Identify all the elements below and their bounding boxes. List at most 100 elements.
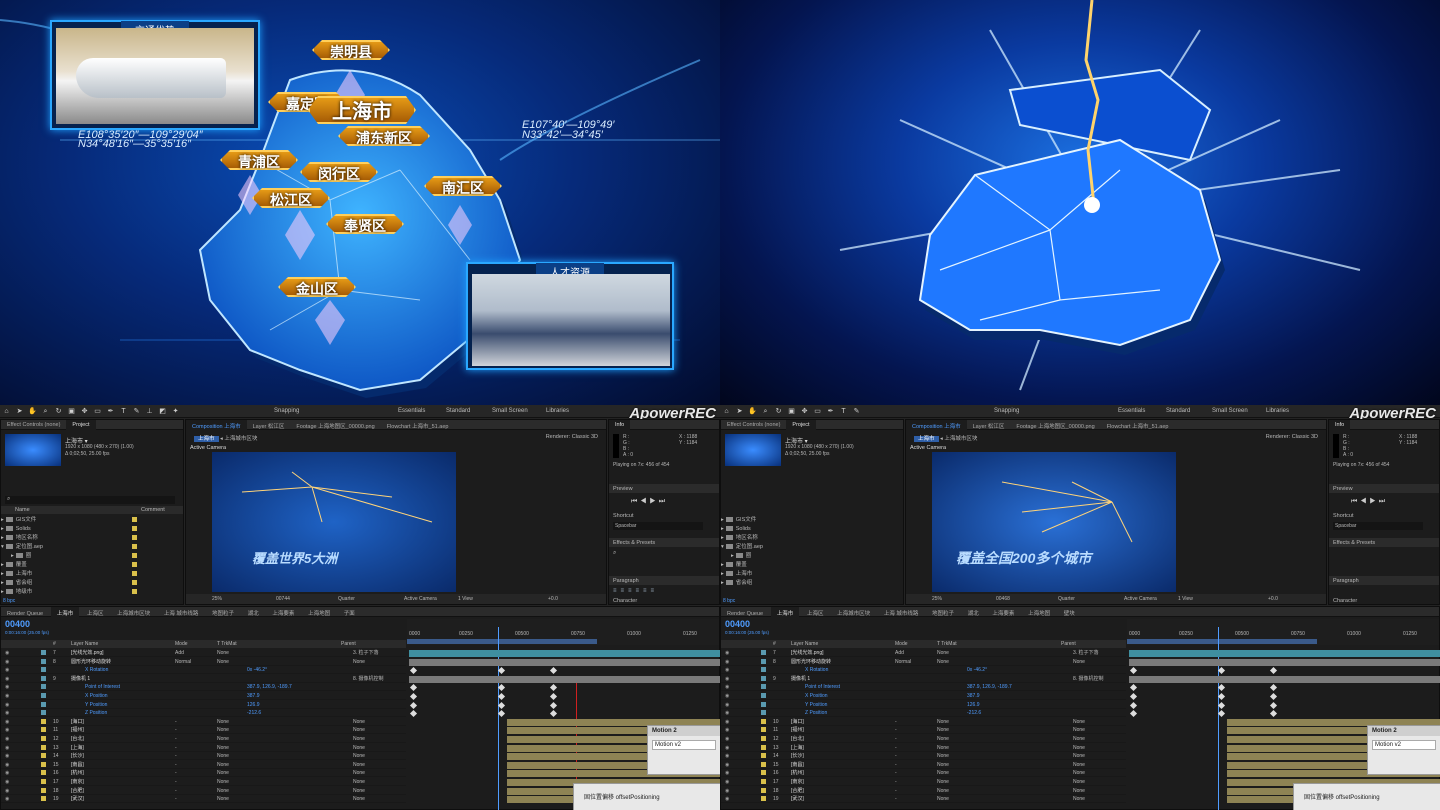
ws-essentials[interactable]: Essentials	[398, 408, 425, 414]
tab-composition[interactable]: Composition 上海市	[906, 420, 967, 432]
effects-presets-header[interactable]: Effects & Presets	[1329, 538, 1439, 547]
project-row-3[interactable]: ▾ 定位图.aep	[721, 543, 903, 551]
project-row-5[interactable]: ▸ 覆盖	[721, 561, 903, 569]
exposure[interactable]: +0.0	[548, 594, 558, 604]
bpc-label[interactable]: 8 bpc	[3, 598, 15, 604]
layer-row[interactable]: ◉ 19 [武汉] - None None	[721, 795, 1126, 804]
visibility-eye-icon[interactable]: ◉	[725, 735, 729, 742]
hand-tool-icon[interactable]: ✋	[28, 408, 37, 415]
project-row-4[interactable]: ▸ 圈	[721, 552, 903, 560]
visibility-eye-icon[interactable]: ◉	[5, 718, 9, 725]
visibility-eye-icon[interactable]: ◉	[725, 778, 729, 785]
tl-tab-7[interactable]: 上海要素	[266, 607, 300, 619]
motion-popup[interactable]: Motion 2 Motion v2	[647, 725, 720, 775]
layer-row[interactable]: ◉ Y Position 126.9	[721, 701, 1126, 709]
tl-tab-6[interactable]: 湖北	[242, 607, 265, 619]
layer-row[interactable]: ◉ X Rotation 0x -46.2°	[721, 666, 1126, 675]
views-dropdown[interactable]: 1 View	[458, 594, 473, 604]
shortcut-select[interactable]: Spacebar	[1333, 522, 1423, 530]
ws-libraries[interactable]: Libraries	[1266, 408, 1289, 414]
renderer[interactable]: Renderer: Classic 3D	[1266, 434, 1318, 440]
ws-snapping[interactable]: Snapping	[274, 408, 299, 414]
visibility-eye-icon[interactable]: ◉	[5, 692, 9, 699]
layer-bar[interactable]	[409, 702, 720, 709]
visibility-eye-icon[interactable]: ◉	[725, 683, 729, 690]
ws-libraries[interactable]: Libraries	[546, 408, 569, 414]
project-row-5[interactable]: ▸ 覆盖	[1, 561, 183, 569]
character-header[interactable]: Character	[609, 598, 637, 604]
layer-row[interactable]: ◉ 8 圆形光环移动旋转 Normal None None	[721, 658, 1126, 666]
visibility-eye-icon[interactable]: ◉	[725, 718, 729, 725]
tl-tab-10[interactable]: 壁块	[1058, 607, 1081, 619]
layer-row[interactable]: ◉ X Position 387.9	[1, 692, 406, 700]
layer-row[interactable]: ◉ Point of Interest 387.9, 126.9, -189.7	[721, 683, 1126, 692]
tab-project[interactable]: Project	[66, 420, 96, 430]
visibility-eye-icon[interactable]: ◉	[5, 769, 9, 776]
time-ruler[interactable]: 0000 00250 00500 00750 01000 01250	[407, 619, 719, 645]
layer-bar[interactable]	[409, 667, 720, 674]
rotate-tool-icon[interactable]: ↻	[774, 408, 783, 415]
preview-header[interactable]: Preview	[609, 484, 719, 493]
layer-bar[interactable]	[409, 693, 720, 700]
camera-tool-icon[interactable]: ▣	[787, 408, 796, 415]
layer-row[interactable]: ◉ 17 [南京] - None None	[1, 778, 406, 786]
views-dropdown[interactable]: 1 View	[1178, 594, 1193, 604]
layer-row[interactable]: ◉ 14 [长沙] - None None	[721, 752, 1126, 761]
project-row-1[interactable]: ▸ Solids	[1, 525, 183, 533]
puppet-tool-icon[interactable]: ✦	[171, 408, 180, 415]
layer-bar[interactable]	[409, 710, 720, 717]
select-tool-icon[interactable]: ➤	[735, 408, 744, 415]
pen-tool-icon[interactable]: ✒	[106, 408, 115, 415]
ws-standard[interactable]: Standard	[1166, 408, 1190, 414]
frame-number[interactable]: 00744	[276, 594, 290, 604]
tl-tab-5[interactable]: 地图粒子	[206, 607, 240, 619]
layer-row[interactable]: ◉ 18 [合肥] - None None	[1, 787, 406, 795]
tl-tab-render-queue[interactable]: Render Queue	[1, 609, 49, 619]
project-row-3[interactable]: ▾ 定位图.aep	[1, 543, 183, 551]
project-row-7[interactable]: ▸ 省会组	[721, 579, 903, 587]
project-row-4[interactable]: ▸ 圈	[1, 552, 183, 560]
layer-bar[interactable]	[1129, 650, 1440, 657]
layer-row[interactable]: ◉ 15 [南昌] - None None	[721, 761, 1126, 769]
layer-row[interactable]: ◉ 12 [台北] - None None	[1, 735, 406, 743]
layer-bar[interactable]	[1129, 710, 1440, 717]
home-icon[interactable]: ⌂	[722, 408, 731, 415]
layer-row[interactable]: ◉ 11 [福州] - None None	[1, 726, 406, 735]
layer-row[interactable]: ◉ Z Position -212.6	[721, 709, 1126, 718]
eraser-tool-icon[interactable]: ◩	[158, 408, 167, 415]
layer-bar[interactable]	[1129, 675, 1440, 683]
pan-tool-icon[interactable]: ✥	[800, 408, 809, 415]
layer-bar[interactable]	[409, 675, 720, 683]
comp-preview-china[interactable]: 覆盖全国200多个城市	[932, 452, 1176, 592]
visibility-eye-icon[interactable]: ◉	[5, 658, 9, 665]
project-row-0[interactable]: ▸ GIS文件	[721, 516, 903, 524]
project-row-8[interactable]: ▸ 地级市	[1, 588, 183, 596]
comp-preview-world[interactable]: 覆盖世界5大洲	[212, 452, 456, 592]
layer-row[interactable]: ◉ X Position 387.9	[721, 692, 1126, 700]
playback-controls[interactable]: ⏮◀▶⏭	[1351, 498, 1388, 506]
tab-info[interactable]: Info	[609, 420, 631, 430]
stamp-tool-icon[interactable]: ⊥	[145, 408, 154, 415]
camera-dropdown[interactable]: Active Camera	[404, 594, 437, 604]
layer-bar[interactable]	[409, 684, 720, 691]
project-row-1[interactable]: ▸ Solids	[721, 525, 903, 533]
visibility-eye-icon[interactable]: ◉	[725, 701, 729, 708]
tl-tab-2[interactable]: 上海区	[81, 607, 110, 619]
tl-tab-5[interactable]: 地图粒子	[926, 607, 960, 619]
pen-tool-icon[interactable]: ✒	[826, 408, 835, 415]
time-ruler[interactable]: 0000 00250 00500 00750 01000 01250	[1127, 619, 1439, 645]
visibility-eye-icon[interactable]: ◉	[725, 692, 729, 699]
tab-flowchart[interactable]: Flowchart 上海市_51.aep	[381, 420, 455, 432]
camera-dropdown[interactable]: Active Camera	[1124, 594, 1157, 604]
frame-number[interactable]: 00468	[996, 594, 1010, 604]
bpc-label[interactable]: 8 bpc	[723, 598, 735, 604]
visibility-eye-icon[interactable]: ◉	[5, 709, 9, 716]
tl-tab-render-queue[interactable]: Render Queue	[721, 609, 769, 619]
layer-bar[interactable]	[409, 658, 720, 666]
layer-row[interactable]: ◉ 18 [合肥] - None None	[721, 787, 1126, 795]
rotate-tool-icon[interactable]: ↻	[54, 408, 63, 415]
brush-tool-icon[interactable]: ✎	[132, 408, 141, 415]
layer-bar[interactable]	[1129, 693, 1440, 700]
renderer[interactable]: Renderer: Classic 3D	[546, 434, 598, 440]
tab-info[interactable]: Info	[1329, 420, 1351, 430]
